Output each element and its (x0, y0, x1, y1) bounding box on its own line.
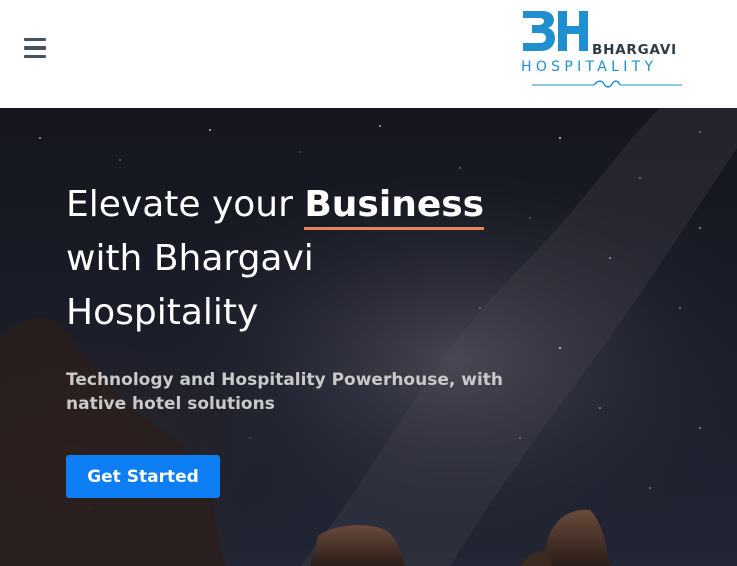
hero-title-highlight: Business (304, 178, 484, 232)
logo-name-top: BHARGAVI (592, 42, 677, 58)
bh-monogram-logo (523, 11, 588, 51)
menu-bar (24, 54, 46, 58)
logo-swash-ornament (532, 80, 682, 88)
hero-title-part3: Hospitality (66, 292, 259, 333)
hamburger-menu-icon[interactable] (24, 38, 46, 58)
hero-content: Elevate your Business with Bhargavi Hosp… (66, 178, 626, 416)
hero-title-part1: Elevate your (66, 184, 305, 225)
menu-bar (24, 46, 46, 50)
logo-name-bottom: HOSPITALITY (521, 59, 658, 75)
hero-subtitle: Technology and Hospitality Powerhouse, w… (66, 370, 503, 414)
site-header: BHARGAVI HOSPITALITY (0, 0, 737, 108)
brand-logo[interactable]: BHARGAVI HOSPITALITY (520, 8, 692, 92)
menu-bar (24, 38, 46, 42)
hero-title-part2: with Bhargavi (66, 238, 314, 279)
get-started-button[interactable]: Get Started (66, 455, 220, 498)
hero-title: Elevate your Business with Bhargavi Hosp… (66, 178, 626, 340)
hero-section: Elevate your Business with Bhargavi Hosp… (0, 108, 737, 566)
